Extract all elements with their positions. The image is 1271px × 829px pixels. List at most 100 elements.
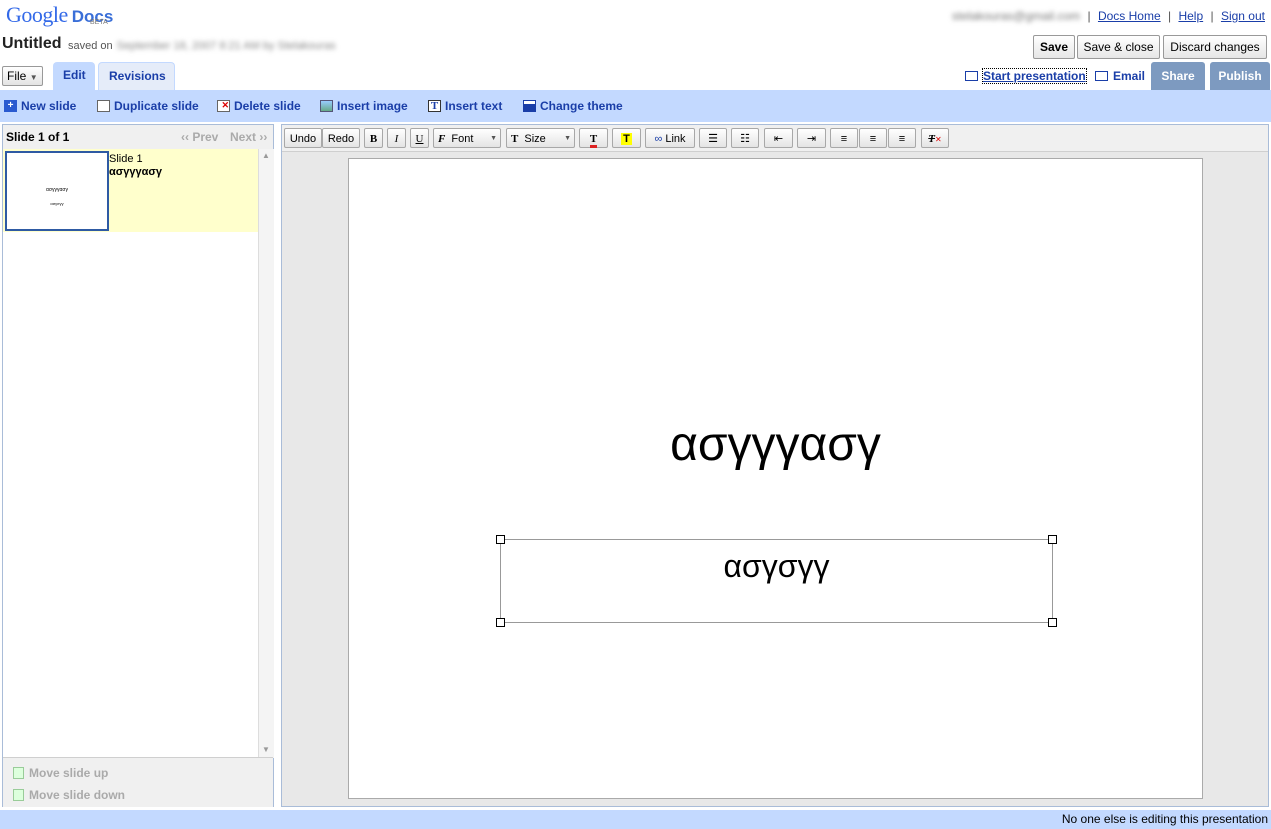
slide-count: Slide 1 of 1 (6, 130, 70, 144)
italic-button[interactable]: I (387, 128, 406, 148)
link-button[interactable]: ∞ Link (645, 128, 695, 148)
slide-editor: Undo Redo B I U F Font ▼ T Size ▼ T T ∞ … (281, 124, 1269, 807)
resize-handle-top-left[interactable] (496, 535, 505, 544)
font-icon: F (438, 133, 446, 145)
align-left-icon: ≡ (840, 133, 848, 145)
size-dropdown[interactable]: T Size ▼ (506, 128, 575, 148)
sign-out-link[interactable]: Sign out (1221, 9, 1265, 23)
format-toolbar: Undo Redo B I U F Font ▼ T Size ▼ T T ∞ … (282, 125, 1268, 152)
align-center-icon: ≡ (869, 133, 877, 145)
share-tab[interactable]: Share (1151, 62, 1205, 90)
slide-canvas[interactable]: ασγγγασγ ασγσγγ (348, 158, 1203, 799)
duplicate-slide-button[interactable]: Duplicate slide (97, 99, 199, 113)
remove-formatting-icon: T (928, 133, 936, 145)
separator: | (1210, 9, 1214, 23)
change-theme-button[interactable]: Change theme (523, 99, 623, 113)
bulleted-list-icon: ☷ (740, 133, 750, 145)
selected-text-box[interactable]: ασγσγγ (496, 535, 1057, 627)
slide-body-text[interactable]: ασγσγγ (501, 548, 1052, 585)
align-right-button[interactable]: ≡ (888, 128, 916, 148)
text-size-icon: T (511, 133, 519, 145)
slide-action-bar: + New slide Duplicate slide ✕ Delete slide… (0, 90, 1271, 122)
new-slide-button[interactable]: + New slide (4, 99, 76, 113)
move-slide-up-button[interactable]: Move slide up (13, 766, 108, 780)
remove-formatting-button[interactable]: T✕ (921, 128, 949, 148)
slide-number-label: Slide 1 (109, 153, 143, 165)
beta-badge: BETA (90, 19, 108, 26)
document-title[interactable]: Untitled (2, 35, 62, 53)
start-presentation-label: Start presentation (982, 68, 1087, 84)
resize-handle-top-right[interactable] (1048, 535, 1057, 544)
save-button[interactable]: Save (1033, 35, 1075, 59)
align-center-button[interactable]: ≡ (859, 128, 887, 148)
tab-edit[interactable]: Edit (53, 62, 95, 90)
slide-list-item[interactable]: ασγγγασγ ασγσγγ Slide 1 ασγγγασγ (3, 149, 258, 232)
slide-thumbnail[interactable]: ασγγγασγ ασγσγγ (5, 151, 109, 231)
chevron-down-icon: ▼ (490, 135, 497, 142)
underline-button[interactable]: U (410, 128, 429, 148)
slide-list-scrollbar[interactable]: ▲ ▼ (258, 149, 274, 758)
change-theme-label: Change theme (540, 99, 623, 113)
insert-image-button[interactable]: Insert image (320, 99, 408, 113)
redo-button[interactable]: Redo (322, 128, 360, 148)
bold-button[interactable]: B (364, 128, 383, 148)
file-menu-button[interactable]: File ▼ (2, 66, 43, 86)
align-left-button[interactable]: ≡ (830, 128, 858, 148)
publish-tab[interactable]: Publish (1210, 62, 1270, 90)
email-link[interactable]: Email (1095, 69, 1145, 83)
font-dropdown[interactable]: F Font ▼ (433, 128, 501, 148)
indent-icon: ⇥ (806, 133, 817, 145)
move-slide-up-label: Move slide up (29, 766, 109, 780)
scroll-down-arrow-icon[interactable]: ▼ (262, 745, 270, 754)
next-slide-button[interactable]: Next ›› (230, 130, 267, 144)
help-link[interactable]: Help (1178, 9, 1203, 23)
highlight-icon: T (621, 133, 632, 145)
move-slide-down-button[interactable]: Move slide down (13, 788, 125, 802)
chevron-down-icon: ▼ (564, 135, 571, 142)
separator: | (1087, 9, 1091, 23)
start-presentation-link[interactable]: Start presentation (965, 68, 1087, 84)
account-email: stelakouras@gmail.com (951, 9, 1081, 23)
status-bar: No one else is editing this presentation (0, 810, 1271, 829)
insert-text-button[interactable]: T Insert text (428, 99, 502, 113)
undo-button[interactable]: Undo (284, 128, 322, 148)
docs-home-link[interactable]: Docs Home (1098, 9, 1161, 23)
thumbnail-title: ασγγγασγ (46, 187, 68, 193)
delete-slide-label: Delete slide (234, 99, 301, 113)
highlight-color-button[interactable]: T (612, 128, 641, 148)
slide-title-label: ασγγγασγ (109, 166, 163, 178)
bulleted-list-button[interactable]: ☷ (731, 128, 759, 148)
scroll-up-arrow-icon[interactable]: ▲ (262, 151, 270, 160)
resize-handle-bottom-left[interactable] (496, 618, 505, 627)
discard-changes-button[interactable]: Discard changes (1163, 35, 1267, 59)
text-box-icon: T (428, 100, 441, 112)
delete-slide-button[interactable]: ✕ Delete slide (217, 99, 301, 113)
text-color-button[interactable]: T (579, 128, 608, 148)
separator: | (1167, 9, 1172, 23)
outdent-icon: ⇤ (773, 133, 784, 145)
insert-image-label: Insert image (337, 99, 408, 113)
arrow-down-icon (13, 789, 24, 801)
envelope-icon (1095, 71, 1108, 81)
tab-revisions[interactable]: Revisions (98, 62, 175, 90)
decrease-indent-button[interactable]: ⇤ (764, 128, 793, 148)
slide-list-panel: Slide 1 of 1 ‹‹ Prev Next ›› ασγγγασγ ασ… (2, 124, 274, 807)
close-icon: ✕ (935, 135, 942, 144)
logo-google-text: Google (6, 2, 68, 27)
slide-title-text[interactable]: ασγγγασγ (349, 417, 1202, 472)
arrow-up-icon (13, 767, 24, 779)
prev-slide-button[interactable]: ‹‹ Prev (181, 130, 218, 144)
chevron-down-icon: ▼ (29, 73, 38, 82)
duplicate-slide-icon (97, 100, 110, 112)
account-links: stelakouras@gmail.com | Docs Home | Help… (952, 9, 1265, 23)
presentation-icon (965, 71, 978, 81)
size-label: Size (524, 133, 546, 145)
link-icon: ∞ (654, 133, 663, 145)
resize-handle-bottom-right[interactable] (1048, 618, 1057, 627)
increase-indent-button[interactable]: ⇥ (797, 128, 826, 148)
thumbnail-subtitle: ασγσγγ (50, 201, 64, 206)
save-close-button[interactable]: Save & close (1077, 35, 1160, 59)
theme-icon (523, 100, 536, 112)
saved-status: saved on September 18, 2007 8:21 AM by St… (68, 40, 336, 52)
numbered-list-button[interactable]: ☰ (699, 128, 727, 148)
